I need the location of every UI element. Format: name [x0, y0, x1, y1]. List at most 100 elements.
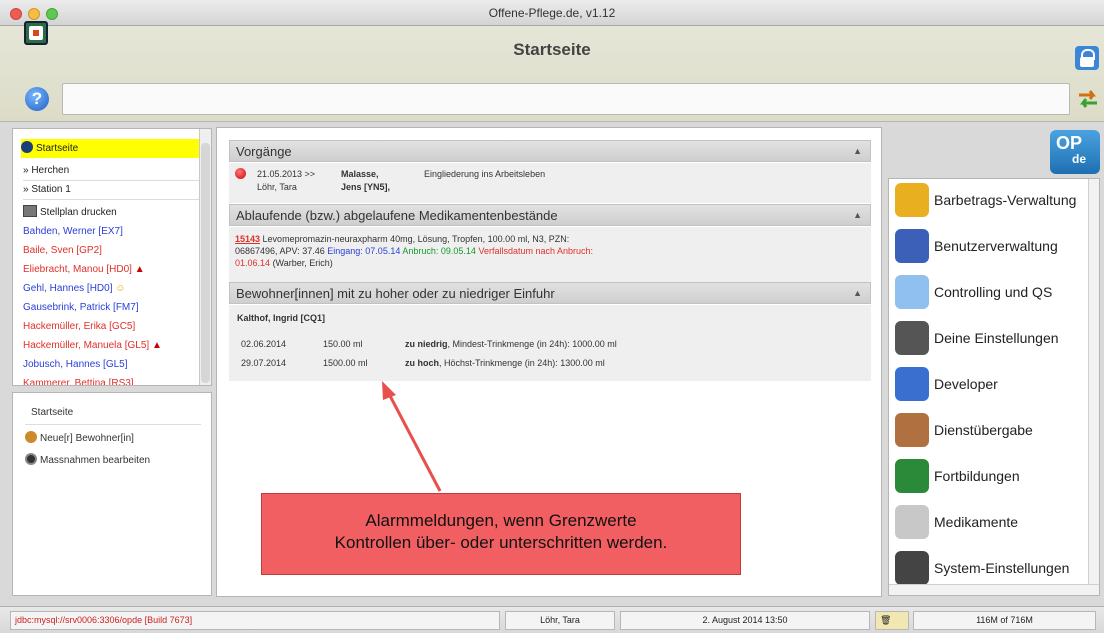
resident-name: Gausebrink, Patrick [FM7]	[23, 302, 139, 313]
med-anbruch: Anbruch: 09.05.14	[402, 246, 476, 256]
status-datetime: 2. August 2014 13:50	[620, 611, 870, 630]
logo-sub: de	[1072, 152, 1087, 166]
collapse-icon[interactable]: ▲	[853, 141, 862, 162]
page-title: Startseite	[513, 40, 591, 59]
logo-main: OP	[1056, 133, 1083, 153]
help-icon[interactable]: ?	[25, 87, 49, 111]
module-label: Fortbildungen	[934, 468, 1020, 484]
med-line-1: 15143 Levomepromazin-neuraxpharm 40mg, L…	[235, 233, 865, 245]
person-add-icon	[25, 431, 37, 443]
sidebar-item-label: Startseite	[36, 143, 79, 154]
resident-item[interactable]: Eliebracht, Manou [HD0] ▲	[23, 264, 145, 275]
resident-name: Hackemüller, Erika [GC5]	[23, 321, 136, 332]
divider	[23, 199, 201, 200]
resident-item[interactable]: Hackemüller, Manuela [GL5] ▲	[23, 340, 162, 351]
module-controlling[interactable]: Controlling und QS	[895, 275, 1095, 311]
collapse-icon[interactable]: ▲	[853, 205, 862, 226]
med-line-2: 06867496, APV: 37.46 Eingang: 07.05.14 A…	[235, 245, 865, 257]
module-medikamente[interactable]: Medikamente	[895, 505, 1095, 541]
panel-header-einfuhr[interactable]: Bewohner[innen] mit zu hoher oder zu nie…	[229, 282, 871, 304]
settings-icon	[25, 453, 37, 465]
einfuhr-limit: , Höchst-Trinkmenge (in 24h): 1300.00 ml	[439, 358, 605, 368]
resident-item[interactable]: Bahden, Werner [EX7]	[23, 226, 123, 237]
med-person: (Warber, Erich)	[272, 258, 333, 268]
status-memory: 116M of 716M	[913, 611, 1096, 630]
sidebar-item-label: » Station 1	[23, 184, 71, 195]
resident-item[interactable]: Gausebrink, Patrick [FM7]	[23, 302, 139, 313]
einfuhr-note: zu hoch, Höchst-Trinkmenge (in 24h): 130…	[405, 358, 605, 368]
module-fortbildungen[interactable]: Fortbildungen	[895, 459, 1095, 495]
swap-arrows-icon[interactable]	[1076, 87, 1100, 111]
resident-name: Kammerer, Bettina [RS3]	[23, 378, 134, 386]
panel-title: Bewohner[innen] mit zu hoher oder zu nie…	[236, 286, 555, 301]
collapse-icon[interactable]: ▲	[853, 283, 862, 304]
module-system[interactable]: System-Einstellungen	[895, 551, 1095, 587]
process-date: 21.05.2013 >>	[257, 169, 316, 179]
message-bar	[62, 83, 1070, 115]
sidebar-item-startseite[interactable]: Startseite	[21, 139, 201, 158]
med-id-link[interactable]: 15143	[235, 234, 260, 244]
edit-measures-button[interactable]: Massnahmen bearbeiten	[25, 453, 150, 466]
warning-icon: ▲	[134, 264, 145, 275]
system-settings-icon	[895, 551, 929, 585]
window-titlebar: Offene-Pflege.de, v1.12	[0, 0, 1104, 26]
module-benutzer[interactable]: Benutzerverwaltung	[895, 229, 1095, 265]
med-eingang: Eingang: 07.05.14	[327, 246, 401, 256]
magnifier-icon	[895, 275, 929, 309]
resident-name: Bahden, Werner [EX7]	[23, 226, 123, 237]
resident-item[interactable]: Hackemüller, Erika [GC5]	[23, 321, 135, 332]
callout-line-1: Alarmmeldungen, wenn Grenzwerte	[365, 511, 637, 530]
process-resident[interactable]: Malasse,	[341, 169, 379, 179]
einfuhr-flag: zu hoch	[405, 358, 439, 368]
alert-dot-icon	[235, 168, 246, 179]
trash-icon[interactable]: 🗑	[875, 611, 909, 630]
process-text[interactable]: Eingliederung ins Arbeitsleben	[424, 169, 545, 179]
scrollbar-thumb[interactable]	[201, 143, 210, 383]
op-logo: OP de	[1050, 130, 1100, 174]
developer-icon	[895, 367, 929, 401]
app-menu-icon[interactable]	[24, 21, 48, 45]
actions-title: Startseite	[31, 407, 74, 418]
status-connection: jdbc:mysql://srv0006:3306/opde [Build 76…	[10, 611, 500, 630]
module-developer[interactable]: Developer	[895, 367, 1095, 403]
einfuhr-resident[interactable]: Kalthof, Ingrid [CQ1]	[237, 313, 325, 323]
smiley-icon: ☺	[115, 283, 126, 294]
sidebar-item-station[interactable]: » Station 1	[23, 184, 71, 195]
resident-item[interactable]: Jobusch, Hannes [GL5]	[23, 359, 128, 370]
sidebar-navigation: Startseite » Herchen » Station 1 Stellpl…	[12, 128, 212, 386]
panel-title: Ablaufende (bzw.) abgelaufene Medikament…	[236, 208, 558, 223]
sidebar-actions: Startseite Neue[r] Bewohner[in] Massnahm…	[12, 392, 212, 596]
callout-line-2: Kontrollen über- oder unterschritten wer…	[334, 533, 668, 552]
new-resident-button[interactable]: Neue[r] Bewohner[in]	[25, 431, 134, 444]
training-icon	[895, 459, 929, 493]
module-list-hscrollbar[interactable]	[889, 584, 1099, 595]
einfuhr-note: zu niedrig, Mindest-Trinkmenge (in 24h):…	[405, 339, 617, 349]
module-barbetrag[interactable]: Barbetrags-Verwaltung	[895, 183, 1095, 219]
panel-body-medikamente: 15143 Levomepromazin-neuraxpharm 40mg, L…	[229, 227, 871, 282]
module-label: Medikamente	[934, 514, 1019, 530]
einfuhr-date: 29.07.2014	[241, 358, 287, 368]
module-dienstuebergabe[interactable]: Dienstübergabe	[895, 413, 1095, 449]
module-einstellungen[interactable]: Deine Einstellungen	[895, 321, 1095, 357]
einfuhr-flag: zu niedrig	[405, 339, 448, 349]
einfuhr-amount: 150.00 ml	[323, 339, 363, 349]
module-label: Deine Einstellungen	[934, 330, 1059, 346]
resident-name: Eliebracht, Manou [HD0]	[23, 264, 132, 275]
sidebar-item-herchen[interactable]: » Herchen	[23, 165, 69, 176]
module-list-scrollbar[interactable]	[1088, 179, 1099, 595]
panel-header-medikamente[interactable]: Ablaufende (bzw.) abgelaufene Medikament…	[229, 204, 871, 226]
print-shift-plan-button[interactable]: Stellplan drucken	[23, 205, 117, 218]
resident-item[interactable]: Kammerer, Bettina [RS3]	[23, 378, 134, 386]
einfuhr-amount: 1500.00 ml	[323, 358, 368, 368]
module-label: System-Einstellungen	[934, 560, 1070, 576]
panel-body-einfuhr: Kalthof, Ingrid [CQ1] 02.06.2014 150.00 …	[229, 305, 871, 381]
einfuhr-date: 02.06.2014	[241, 339, 287, 349]
process-resident-2[interactable]: Jens [YN5],	[341, 182, 390, 192]
panel-header-vorgaenge[interactable]: Vorgänge ▲	[229, 140, 871, 162]
syringe-icon	[895, 505, 929, 539]
module-list: Barbetrags-Verwaltung Benutzerverwaltung…	[888, 178, 1100, 596]
sidebar-scrollbar[interactable]	[199, 129, 211, 385]
lock-icon[interactable]	[1075, 46, 1099, 70]
resident-item[interactable]: Gehl, Hannes [HD0] ☺	[23, 283, 126, 294]
resident-item[interactable]: Baile, Sven [GP2]	[23, 245, 102, 256]
